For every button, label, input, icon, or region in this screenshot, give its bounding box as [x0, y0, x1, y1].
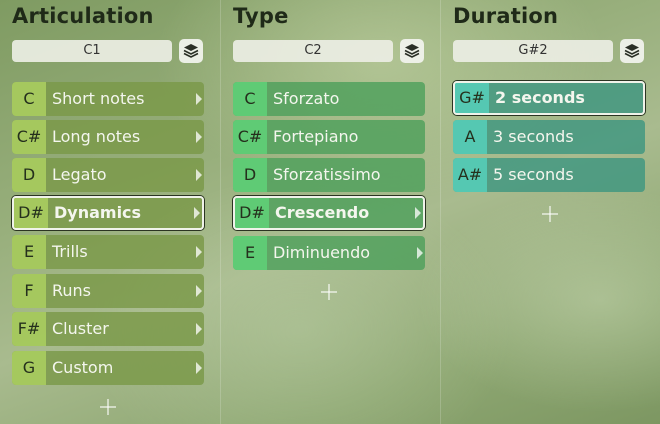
duration-column: Duration G#2 G# 2 seconds A 3 seconds A#…	[440, 0, 660, 424]
item-key: E	[12, 235, 46, 269]
chevron-right-icon	[196, 246, 202, 258]
item-label: Sforzato	[273, 89, 340, 108]
articulation-title: Articulation	[12, 4, 154, 28]
item-key: C#	[233, 120, 267, 154]
item-key: F	[12, 274, 46, 308]
chevron-right-icon	[196, 169, 202, 181]
chevron-right-icon	[196, 285, 202, 297]
type-item[interactable]: D Sforzatissimo	[233, 158, 425, 192]
chevron-right-icon	[415, 207, 421, 219]
item-key: C#	[12, 120, 46, 154]
articulation-layers-button[interactable]	[179, 39, 203, 63]
item-key: D#	[235, 198, 269, 228]
articulation-trigger-field[interactable]: C1	[12, 40, 172, 62]
item-key: F#	[12, 312, 46, 346]
type-item-selected[interactable]: D# Crescendo	[233, 196, 425, 230]
item-label: Custom	[52, 358, 114, 377]
layers-icon	[183, 44, 199, 58]
articulation-item-selected[interactable]: D# Dynamics	[12, 196, 204, 230]
item-label: Sforzatissimo	[273, 165, 381, 184]
add-type-plus-icon[interactable]	[321, 284, 337, 300]
item-key: C	[12, 82, 46, 116]
item-label: Legato	[52, 165, 107, 184]
item-label: Short notes	[52, 89, 145, 108]
item-label: Cluster	[52, 319, 109, 338]
item-key: G#	[455, 83, 489, 113]
duration-item-selected[interactable]: G# 2 seconds	[453, 81, 645, 115]
item-label: Diminuendo	[273, 243, 371, 262]
duration-item[interactable]: A 3 seconds	[453, 120, 645, 154]
duration-layers-button[interactable]	[620, 39, 644, 63]
type-item[interactable]: E Diminuendo	[233, 236, 425, 270]
item-key: D#	[14, 198, 48, 228]
articulation-item[interactable]: D Legato	[12, 158, 204, 192]
add-duration-plus-icon[interactable]	[542, 206, 558, 222]
chevron-right-icon	[196, 93, 202, 105]
articulation-item[interactable]: G Custom	[12, 351, 204, 385]
item-label: Dynamics	[54, 203, 142, 222]
layers-icon	[404, 44, 420, 58]
type-item[interactable]: C Sforzato	[233, 82, 425, 116]
item-label: 3 seconds	[493, 127, 574, 146]
item-key: A#	[453, 158, 487, 192]
articulation-item[interactable]: E Trills	[12, 235, 204, 269]
layers-icon	[624, 44, 640, 58]
item-key: D	[12, 158, 46, 192]
articulation-item[interactable]: C# Long notes	[12, 120, 204, 154]
item-label: Long notes	[52, 127, 141, 146]
chevron-right-icon	[196, 323, 202, 335]
item-label: Fortepiano	[273, 127, 359, 146]
item-key: A	[453, 120, 487, 154]
item-label: 5 seconds	[493, 165, 574, 184]
item-label: Trills	[52, 242, 88, 261]
chevron-right-icon	[196, 131, 202, 143]
type-item[interactable]: C# Fortepiano	[233, 120, 425, 154]
chevron-right-icon	[194, 207, 200, 219]
type-title: Type	[233, 4, 289, 28]
duration-title: Duration	[453, 4, 559, 28]
articulation-item[interactable]: F Runs	[12, 274, 204, 308]
item-key: G	[12, 351, 46, 385]
item-key: C	[233, 82, 267, 116]
articulation-column: Articulation C1 C Short notes C# Long no…	[0, 0, 220, 424]
item-key: D	[233, 158, 267, 192]
duration-trigger-field[interactable]: G#2	[453, 40, 613, 62]
item-key: E	[233, 236, 267, 270]
type-trigger-field[interactable]: C2	[233, 40, 393, 62]
articulation-item[interactable]: F# Cluster	[12, 312, 204, 346]
item-label: 2 seconds	[495, 88, 585, 107]
duration-item[interactable]: A# 5 seconds	[453, 158, 645, 192]
type-column: Type C2 C Sforzato C# Fortepiano D Sforz…	[220, 0, 441, 424]
type-layers-button[interactable]	[400, 39, 424, 63]
add-articulation-plus-icon[interactable]	[100, 399, 116, 415]
item-label: Crescendo	[275, 203, 370, 222]
item-label: Runs	[52, 281, 92, 300]
chevron-right-icon	[417, 247, 423, 259]
chevron-right-icon	[196, 362, 202, 374]
articulation-item[interactable]: C Short notes	[12, 82, 204, 116]
